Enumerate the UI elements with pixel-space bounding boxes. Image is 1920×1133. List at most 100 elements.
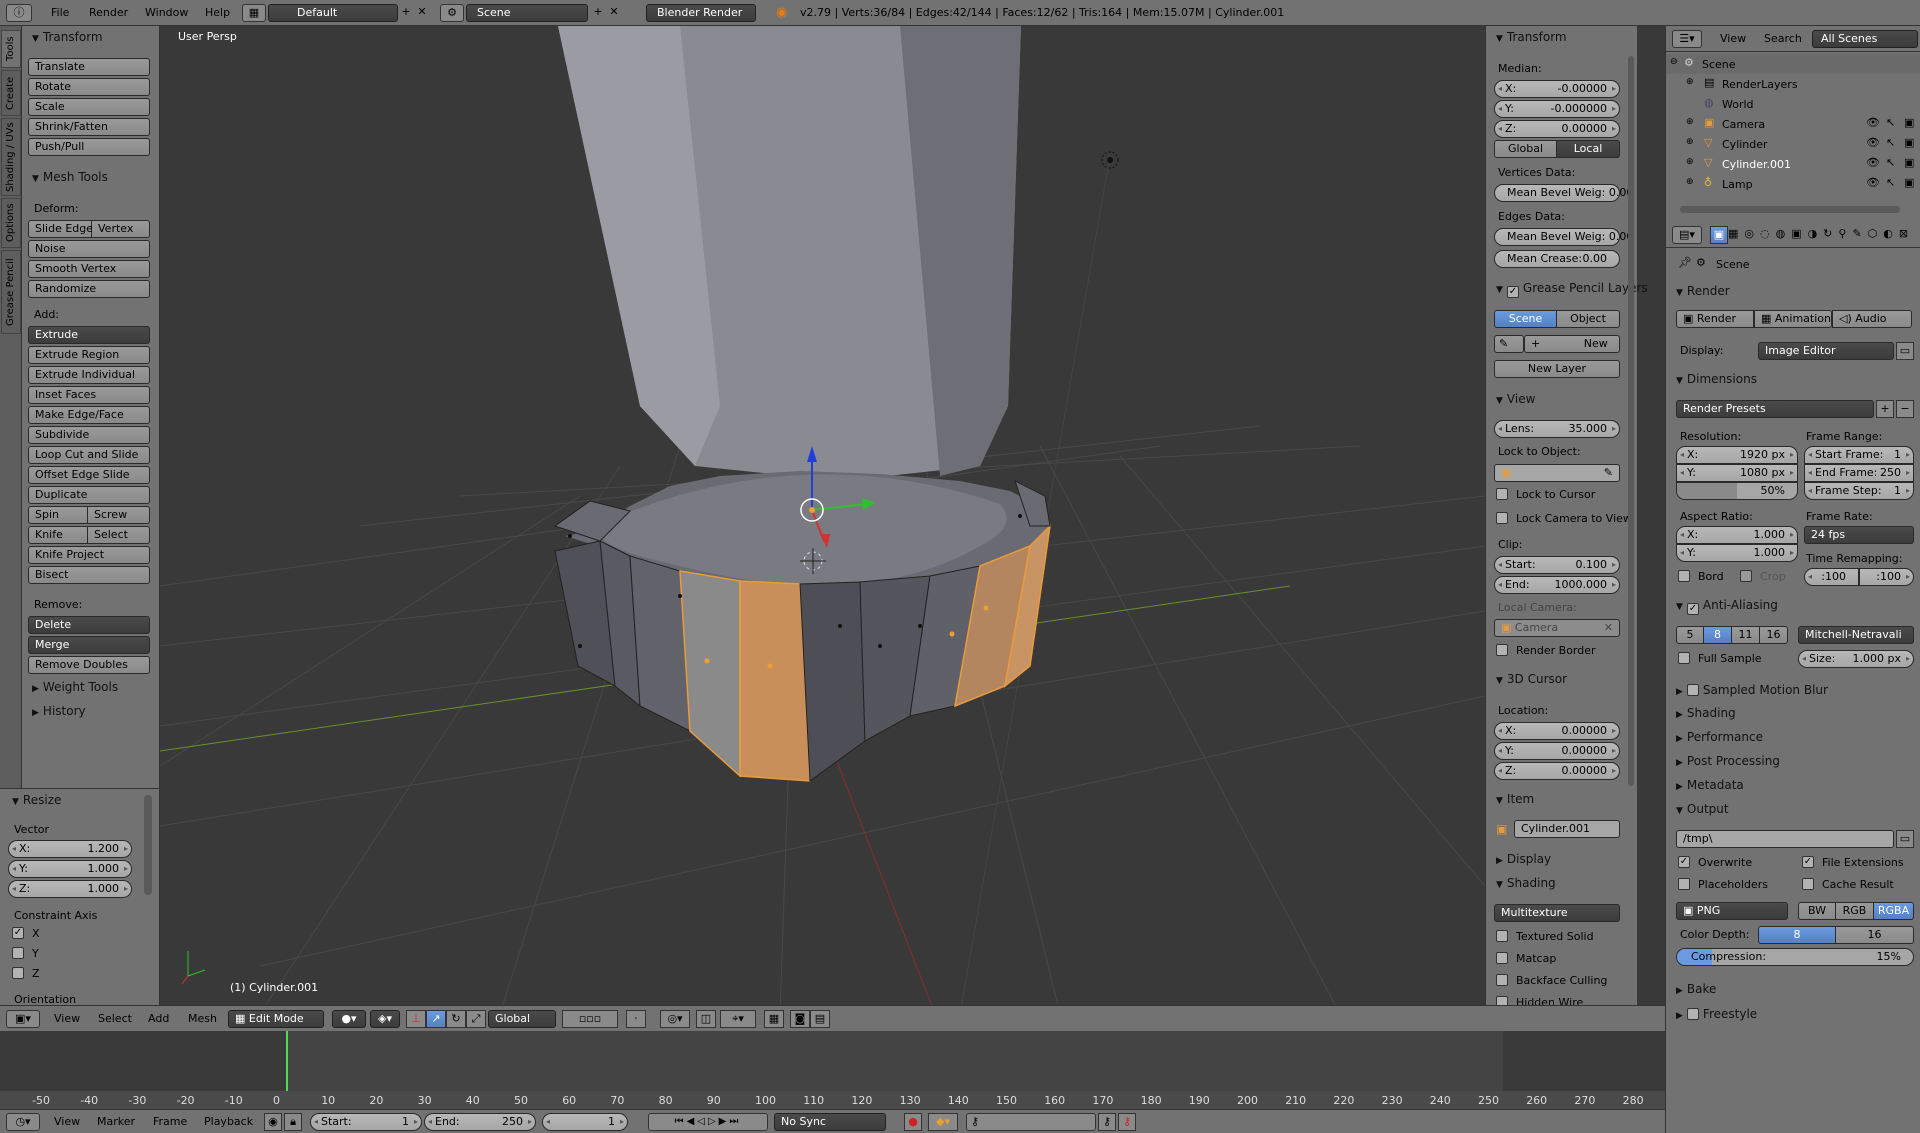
render-camera-icon[interactable]: ▣: [1904, 156, 1914, 169]
face-select-icon[interactable]: ◫: [696, 1010, 716, 1028]
outliner-menu-search[interactable]: Search: [1764, 32, 1802, 45]
tab-create[interactable]: Create: [1, 70, 21, 116]
inset-faces-button[interactable]: Inset Faces: [28, 386, 150, 404]
render-camera-icon[interactable]: ▣: [1904, 176, 1914, 189]
vp-menu-mesh[interactable]: Mesh: [188, 1012, 217, 1025]
frame-rate-dropdown[interactable]: 24 fps: [1804, 526, 1914, 544]
resolution-y-field[interactable]: ◂ Y: 1080 px ▸: [1676, 464, 1798, 482]
edge-mean-bevel-field[interactable]: Mean Bevel Weig: 0.00: [1494, 228, 1633, 246]
render-presets-dropdown[interactable]: Render Presets: [1676, 400, 1874, 418]
local-camera-field[interactable]: ▣ Camera ✕: [1494, 619, 1620, 637]
randomize-button[interactable]: Randomize: [28, 280, 150, 298]
layer-buttons[interactable]: ▫▫▫: [562, 1010, 618, 1028]
output-path-field[interactable]: /tmp\: [1676, 830, 1894, 848]
display-panel-header[interactable]: ▶ Display: [1496, 852, 1551, 866]
transform-orientation-dropdown[interactable]: Global: [488, 1010, 556, 1028]
mesh-tools-panel-header[interactable]: ▼ Mesh Tools: [32, 170, 108, 184]
vertex-select-icon[interactable]: ⋅: [626, 1010, 646, 1028]
visibility-eye-icon[interactable]: 👁︎: [1866, 116, 1880, 129]
vp-menu-select[interactable]: Select: [98, 1012, 132, 1025]
noise-button[interactable]: Noise: [28, 240, 150, 258]
cursor-z-field[interactable]: ◂ Z: 0.00000 ▸: [1494, 762, 1620, 780]
mode-dropdown[interactable]: ▦ Edit Mode: [228, 1010, 324, 1028]
outliner-row-camera[interactable]: ⊕ ▣ Camera 👁︎ ↖ ▣: [1666, 114, 1920, 134]
aspect-y-field[interactable]: ◂ Y: 1.000 ▸: [1676, 544, 1798, 562]
scale-button[interactable]: Scale: [28, 98, 150, 116]
3d-cursor-header[interactable]: ▼ 3D Cursor: [1496, 672, 1567, 686]
timeline-editor-icon[interactable]: ◷▾: [6, 1113, 40, 1131]
anti-aliasing-checkbox[interactable]: ✓: [1686, 603, 1699, 615]
pivot-point-dropdown[interactable]: ◈▾: [370, 1010, 400, 1028]
color-depth-16[interactable]: 16: [1836, 926, 1914, 944]
lock-cursor-checkbox[interactable]: [1496, 488, 1508, 500]
gp-new-button[interactable]: + New: [1524, 335, 1620, 353]
mean-crease-field[interactable]: Mean Crease: 0.00: [1494, 250, 1620, 268]
color-rgb-toggle[interactable]: RGB: [1836, 902, 1874, 920]
select-arrow-icon[interactable]: ↖: [1886, 156, 1895, 169]
select-arrow-icon[interactable]: ↖: [1886, 116, 1895, 129]
full-sample-checkbox[interactable]: [1678, 652, 1690, 664]
aa-samples-16[interactable]: 16: [1760, 626, 1788, 644]
file-extensions-checkbox[interactable]: ✓: [1802, 856, 1814, 868]
record-icon[interactable]: ●: [904, 1113, 922, 1131]
render-engine-dropdown[interactable]: Blender Render: [646, 4, 756, 22]
freestyle-checkbox[interactable]: [1686, 1008, 1699, 1020]
render-anim-icon[interactable]: ▤: [810, 1010, 830, 1028]
outliner-row-renderlayers[interactable]: ⊕ ▤ RenderLayers: [1666, 74, 1920, 94]
vp-menu-view[interactable]: View: [54, 1012, 80, 1025]
rotate-manipulator-toggle[interactable]: ↻: [446, 1010, 466, 1028]
duplicate-button[interactable]: Duplicate: [28, 486, 150, 504]
audio-button[interactable]: ◁) Audio: [1832, 310, 1912, 328]
info-editor-icon[interactable]: ⓘ: [6, 4, 32, 22]
history-panel-header[interactable]: ▶ History: [32, 704, 86, 718]
knife-select-button[interactable]: Select: [88, 526, 150, 544]
display-dropdown[interactable]: Image Editor: [1758, 342, 1894, 360]
transform-panel-header[interactable]: ▼ Transform: [32, 30, 103, 44]
remap-old-field[interactable]: ◂:100: [1804, 568, 1859, 586]
frame-step-field[interactable]: ◂ Frame Step: 1 ▸: [1804, 482, 1914, 500]
menu-help[interactable]: Help: [205, 6, 230, 19]
start-frame-field[interactable]: ◂ Start Frame: 1 ▸: [1804, 446, 1914, 464]
properties-editor-icon[interactable]: ▤▾: [1672, 226, 1702, 244]
median-y-field[interactable]: ◂ Y: -0.000000 ▸: [1494, 100, 1620, 118]
loop-cut-button[interactable]: Loop Cut and Slide: [28, 446, 150, 464]
bisect-button[interactable]: Bisect: [28, 566, 150, 584]
playback-controls[interactable]: ⏮◀◁▷▶⏭: [648, 1113, 768, 1131]
grease-pencil-checkbox[interactable]: ✓: [1506, 286, 1519, 298]
color-bw-toggle[interactable]: BW: [1798, 902, 1836, 920]
aa-samples-8[interactable]: 8: [1704, 626, 1732, 644]
post-processing-header[interactable]: ▶ Post Processing: [1676, 754, 1780, 768]
property-context-tabs[interactable]: ▦◎◌◍▣◑↻⚲✎⬡◐⊠: [1728, 226, 1918, 244]
aspect-x-field[interactable]: ◂ X: 1.000 ▸: [1676, 526, 1798, 544]
file-format-dropdown[interactable]: ▣ PNG: [1676, 902, 1788, 920]
render-context-tab[interactable]: ▣: [1710, 226, 1728, 244]
overwrite-checkbox[interactable]: ✓: [1678, 856, 1690, 868]
scene-field[interactable]: Scene: [466, 4, 588, 22]
tab-grease-pencil[interactable]: Grease Pencil: [1, 250, 21, 334]
aa-samples-5[interactable]: 5: [1676, 626, 1704, 644]
view-panel-header[interactable]: ▼ View: [1496, 392, 1535, 406]
vertex-mean-bevel-field[interactable]: Mean Bevel Weig: 0.00: [1494, 184, 1633, 202]
visibility-eye-icon[interactable]: 👁︎: [1866, 176, 1880, 189]
outliner-row-scene[interactable]: ⊖ ⚙ Scene: [1666, 54, 1920, 74]
vector-y-field[interactable]: ◂ Y: 1.000 ▸: [8, 860, 132, 878]
aa-filter-dropdown[interactable]: Mitchell-Netravali: [1798, 626, 1914, 644]
tab-options[interactable]: Options: [1, 198, 21, 248]
tab-tools[interactable]: Tools: [1, 30, 21, 68]
add-scene-icon[interactable]: +: [590, 4, 606, 22]
remove-layout-icon[interactable]: ✕: [414, 4, 430, 22]
edge-select-icon[interactable]: ◎▾: [660, 1010, 690, 1028]
keying-set-field[interactable]: ⚷: [966, 1113, 1096, 1131]
keying-set-icon[interactable]: ◆▾: [928, 1113, 958, 1131]
3d-viewport[interactable]: User Persp (1) Cylinder.001: [160, 26, 1485, 1014]
resolution-x-field[interactable]: ◂ X: 1920 px ▸: [1676, 446, 1798, 464]
multitexture-dropdown[interactable]: Multitexture: [1494, 904, 1620, 922]
vector-z-field[interactable]: ◂ Z: 1.000 ▸: [8, 880, 132, 898]
screen-layout-field[interactable]: Default: [268, 4, 398, 22]
constraint-y-checkbox[interactable]: [12, 947, 24, 959]
outliner-row-world[interactable]: ◍ World: [1666, 94, 1920, 114]
vertex-slide-button[interactable]: Vertex: [92, 220, 150, 238]
placeholders-checkbox[interactable]: [1678, 878, 1690, 890]
vp-menu-add[interactable]: Add: [148, 1012, 169, 1025]
translate-button[interactable]: Translate: [28, 58, 150, 76]
